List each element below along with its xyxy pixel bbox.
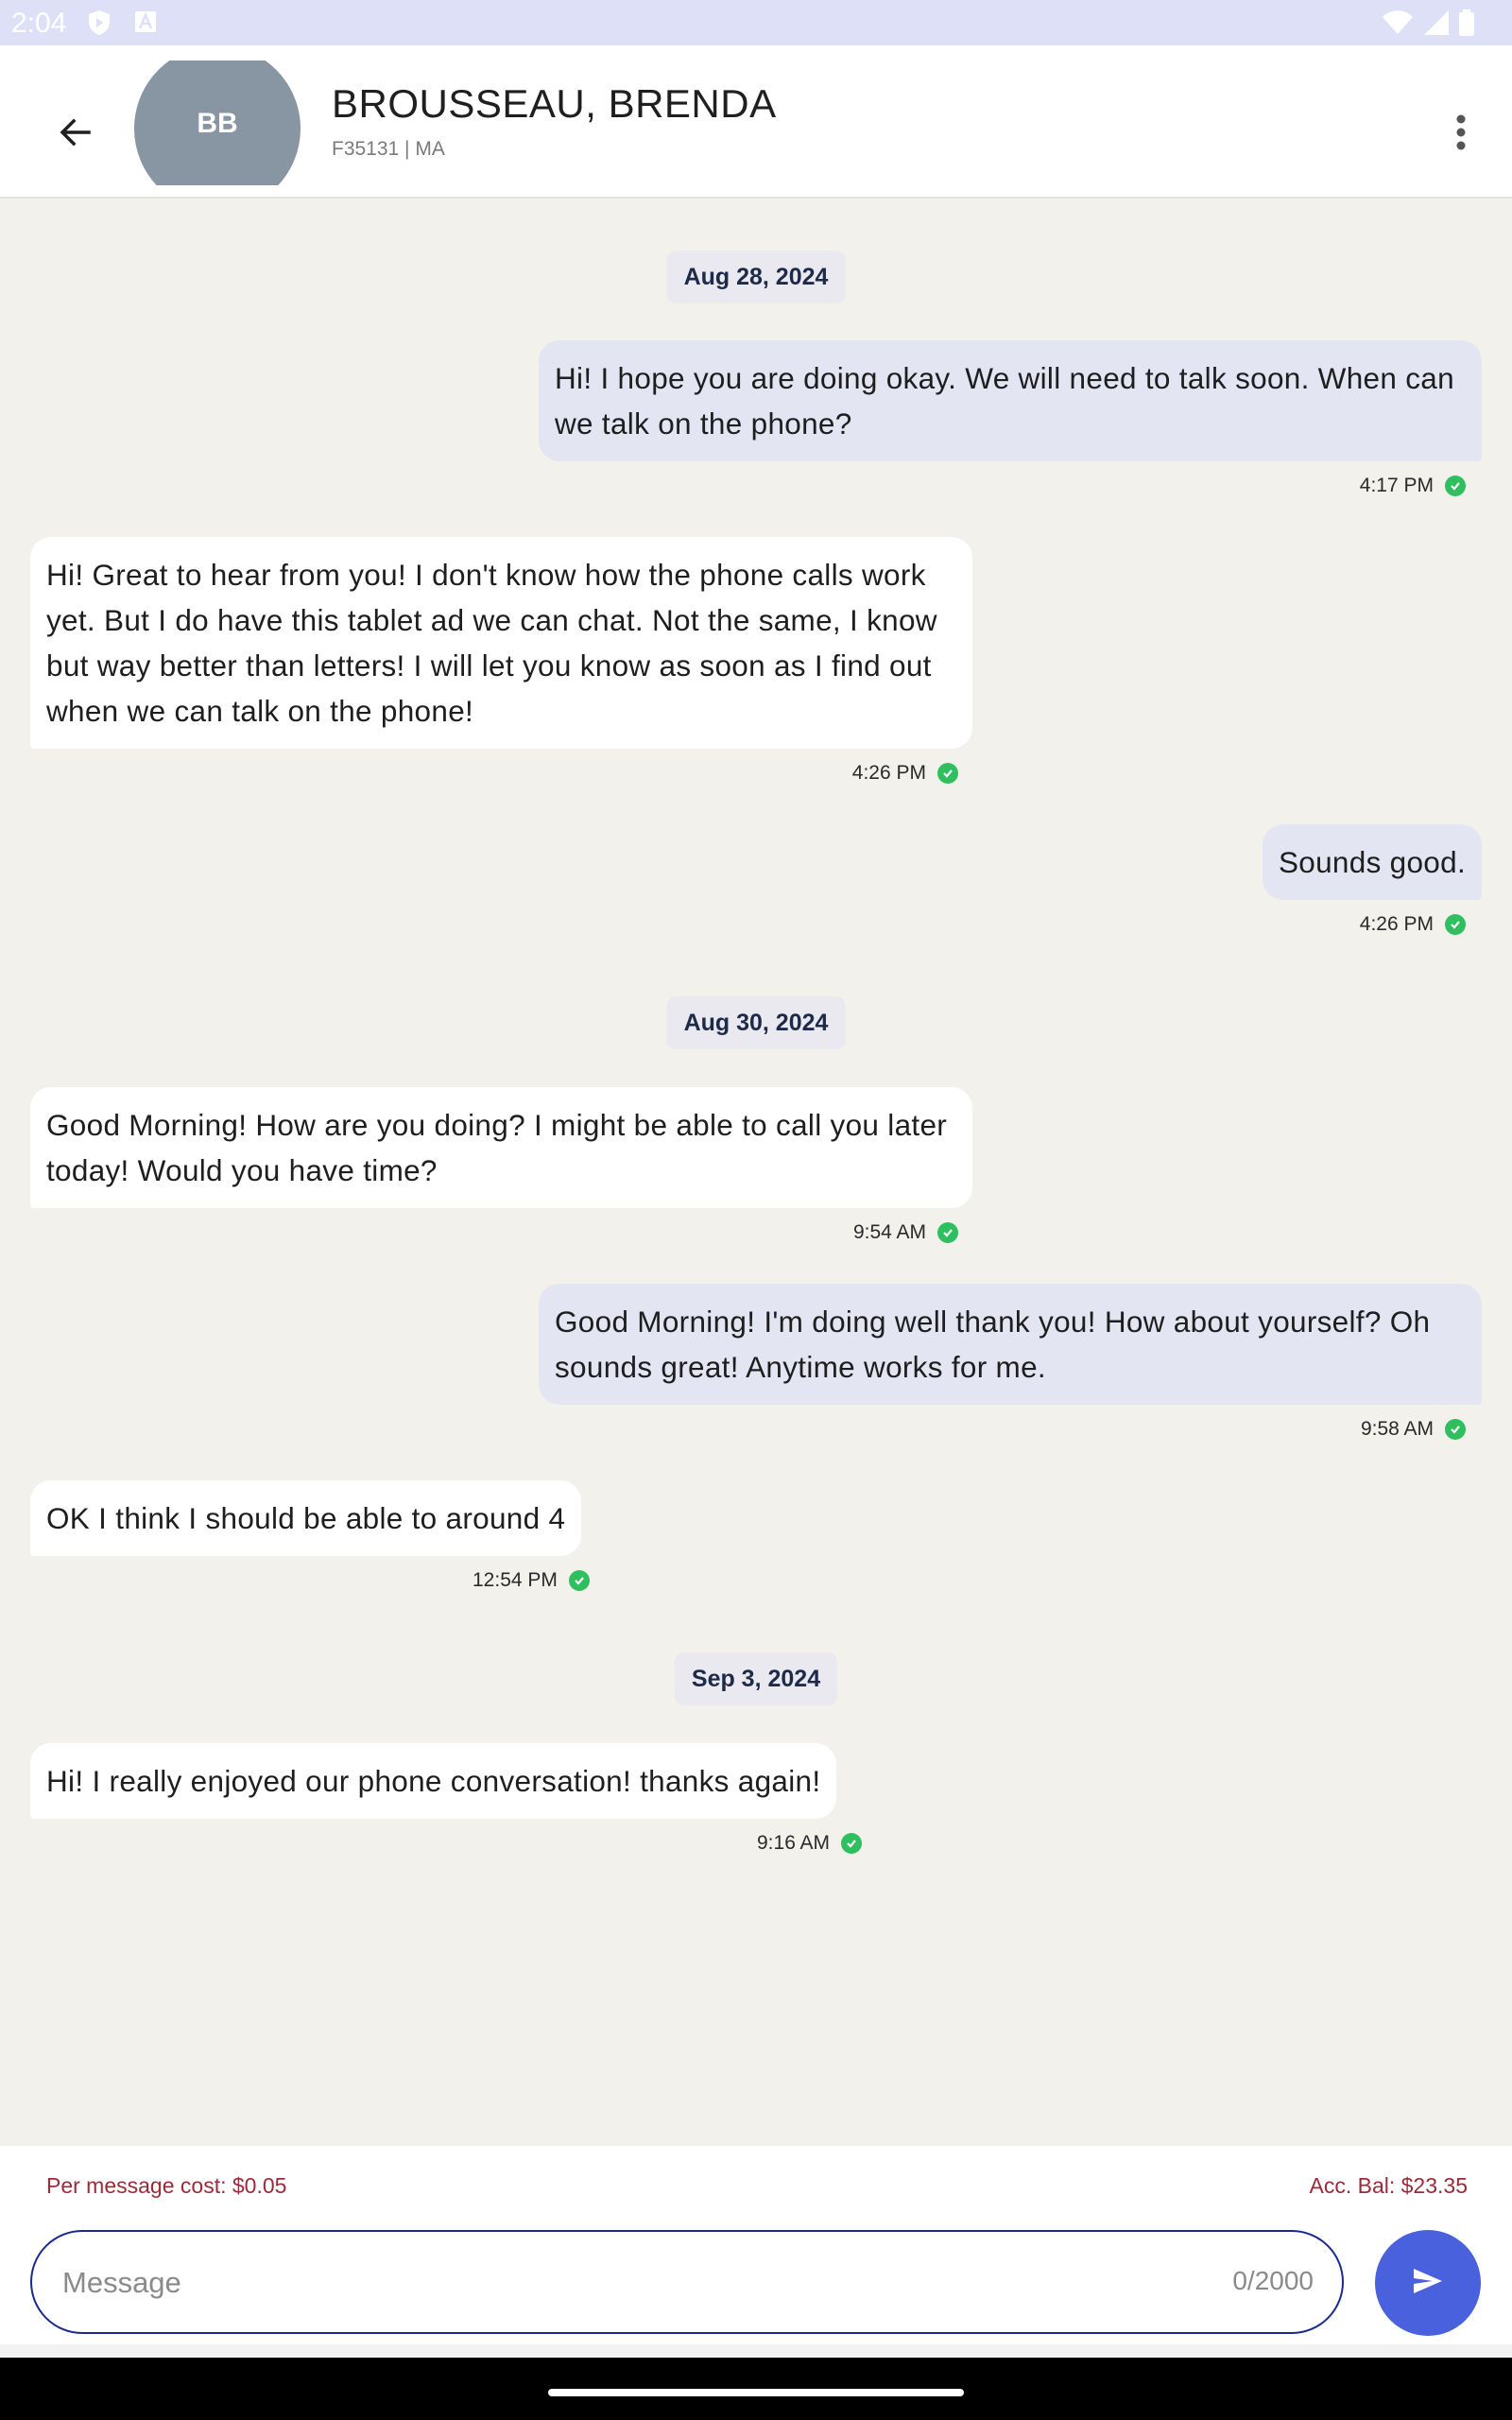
account-balance: Acc. Bal: $23.35 bbox=[1309, 2173, 1469, 2198]
delivered-check-icon bbox=[937, 763, 958, 784]
message-input[interactable] bbox=[60, 2255, 1151, 2311]
message-meta: 12:54 PM bbox=[472, 1569, 590, 1592]
message-meta: 4:26 PM bbox=[852, 762, 958, 785]
back-arrow-icon bbox=[57, 113, 94, 156]
date-separator: Sep 3, 2024 bbox=[674, 1652, 838, 1705]
message-time: 4:26 PM bbox=[1359, 913, 1434, 935]
more-vert-icon bbox=[1455, 113, 1467, 156]
delivered-check-icon bbox=[1445, 1419, 1466, 1440]
message-time: 9:16 AM bbox=[757, 1832, 831, 1854]
avatar-initials: BB bbox=[197, 108, 238, 139]
message-meta: 4:17 PM bbox=[1360, 475, 1466, 497]
message-meta: 9:54 AM bbox=[853, 1221, 958, 1244]
incoming-message-bubble[interactable]: Good Morning! How are you doing? I might… bbox=[30, 1087, 972, 1208]
send-icon bbox=[1412, 2267, 1444, 2300]
incoming-message-bubble[interactable]: OK I think I should be able to around 4 bbox=[30, 1480, 582, 1556]
message-time: 4:26 PM bbox=[851, 762, 926, 784]
incoming-message-bubble[interactable]: Hi! I really enjoyed our phone conversat… bbox=[30, 1743, 837, 1819]
composer-footer: Per message cost: $0.05 Acc. Bal: $23.35… bbox=[0, 2146, 1512, 2344]
char-count: 0/2000 bbox=[1232, 2266, 1314, 2295]
back-button[interactable] bbox=[38, 96, 113, 172]
delivered-check-icon bbox=[937, 1222, 958, 1243]
message-meta: 4:26 PM bbox=[1360, 913, 1466, 936]
avatar[interactable]: BB bbox=[134, 60, 301, 185]
message-time: 9:54 AM bbox=[852, 1221, 926, 1243]
delivered-check-icon bbox=[841, 1833, 863, 1854]
message-time: 9:58 AM bbox=[1360, 1418, 1434, 1440]
delivered-check-icon bbox=[568, 1570, 590, 1591]
status-right-icons bbox=[1382, 9, 1474, 41]
message-meta: 9:16 AM bbox=[757, 1832, 863, 1855]
wifi-icon bbox=[1382, 9, 1414, 41]
date-separator: Aug 30, 2024 bbox=[666, 996, 846, 1049]
outgoing-message-bubble[interactable]: Hi! I hope you are doing okay. We will n… bbox=[539, 340, 1482, 461]
status-bar: 2:04 bbox=[0, 0, 1512, 45]
contact-id-location: F35131 | MA bbox=[332, 138, 445, 160]
send-button[interactable] bbox=[1375, 2230, 1481, 2336]
signal-icon bbox=[1423, 9, 1450, 41]
home-gesture-handle[interactable] bbox=[548, 2389, 964, 2396]
message-time: 4:17 PM bbox=[1359, 475, 1434, 496]
message-time: 12:54 PM bbox=[472, 1569, 558, 1591]
shield-icon bbox=[87, 9, 112, 41]
contact-name: BROUSSEAU, BRENDA bbox=[332, 81, 777, 126]
battery-icon bbox=[1459, 9, 1474, 41]
message-meta: 9:58 AM bbox=[1361, 1418, 1466, 1441]
delivered-check-icon bbox=[1445, 914, 1466, 935]
more-options-button[interactable] bbox=[1431, 96, 1491, 172]
status-time: 2:04 bbox=[11, 8, 67, 39]
per-message-cost: Per message cost: $0.05 bbox=[46, 2173, 287, 2198]
delivered-check-icon bbox=[1445, 475, 1466, 496]
message-input-container[interactable]: 0/2000 bbox=[30, 2230, 1344, 2334]
date-separator: Aug 28, 2024 bbox=[666, 251, 846, 303]
app-bar: BB BROUSSEAU, BRENDA F35131 | MA bbox=[0, 45, 1512, 199]
outgoing-message-bubble[interactable]: Sounds good. bbox=[1262, 824, 1482, 900]
a-icon bbox=[134, 10, 157, 38]
incoming-message-bubble[interactable]: Hi! Great to hear from you! I don't know… bbox=[30, 537, 972, 749]
outgoing-message-bubble[interactable]: Good Morning! I'm doing well thank you! … bbox=[539, 1284, 1482, 1405]
